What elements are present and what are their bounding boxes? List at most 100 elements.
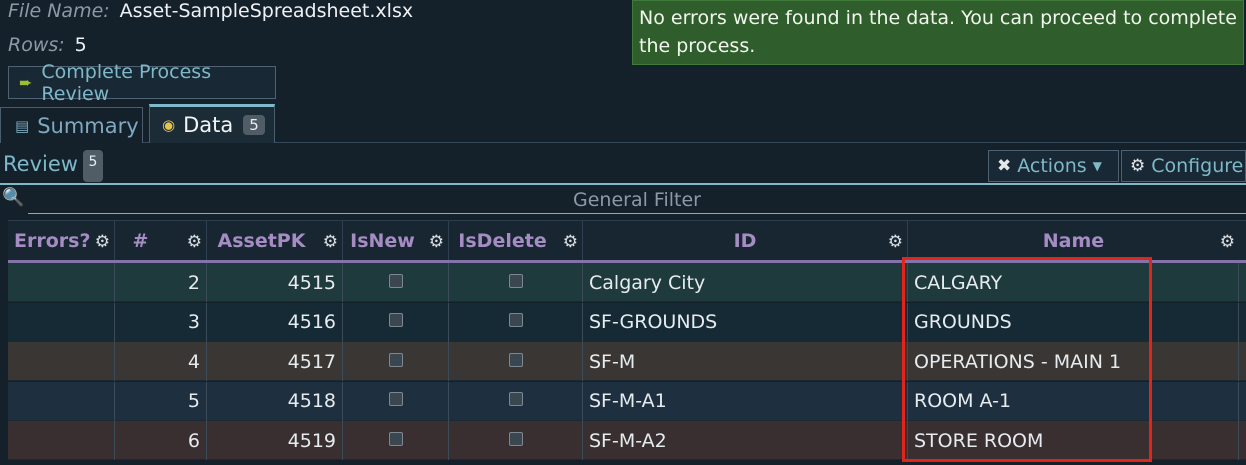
cell-assetpk: 4517 (207, 342, 343, 382)
cell-name: OPERATIONS - MAIN 1 (908, 342, 1239, 382)
isnew-checkbox[interactable] (388, 273, 403, 288)
rows-line: Rows: 5 (8, 34, 87, 56)
configure-label: Configure (1151, 155, 1244, 177)
app-root: File Name: Asset-SampleSpreadsheet.xlsx R… (0, 0, 1246, 465)
cell-id: SF-M-A1 (583, 381, 908, 421)
file-name-value: Asset-SampleSpreadsheet.xlsx (119, 0, 414, 22)
tools-icon: ✖ (997, 156, 1012, 176)
cell-errors (8, 421, 115, 461)
isdelete-checkbox[interactable] (508, 431, 523, 446)
table-row[interactable]: 4 4517 SF-M OPERATIONS - MAIN 1 (8, 342, 1246, 382)
col-header-label: IsDelete (458, 230, 547, 252)
col-header-label: ID (733, 230, 757, 252)
file-name-line: File Name: Asset-SampleSpreadsheet.xlsx (8, 0, 413, 22)
cell-assetpk: 4515 (207, 263, 343, 302)
gear-icon[interactable]: ⚙ (187, 232, 202, 252)
gear-icon[interactable]: ⚙ (888, 232, 903, 252)
col-header-isdelete[interactable]: IsDelete ⚙ (449, 221, 583, 261)
cell-name: CALGARY (908, 263, 1239, 302)
cell-id: SF-GROUNDS (583, 302, 908, 342)
cell-isdelete (449, 302, 583, 342)
col-header-errors[interactable]: Errors? ⚙ (8, 221, 115, 261)
cell-isdelete (449, 342, 583, 382)
col-header-assetpk[interactable]: AssetPK ⚙ (207, 221, 343, 261)
configure-button[interactable]: ⚙ Configure (1121, 150, 1246, 182)
review-divider (0, 183, 1246, 185)
rows-value: 5 (74, 34, 87, 56)
rows-label: Rows: (8, 34, 65, 56)
review-title: Review (3, 152, 78, 176)
tab-data[interactable]: ◉ Data 5 (149, 104, 275, 143)
table-row[interactable]: 3 4516 SF-GROUNDS GROUNDS (8, 302, 1246, 342)
cell-name: STORE ROOM (908, 421, 1239, 461)
cell-assetpk: 4518 (207, 381, 343, 421)
cell-errors (8, 381, 115, 421)
tab-summary-label: Summary (37, 113, 139, 138)
actions-button[interactable]: ✖ Actions ▼ (988, 150, 1119, 182)
gear-icon[interactable]: ⚙ (95, 232, 110, 252)
tab-summary[interactable]: ▤ Summary (0, 107, 143, 143)
file-name-label: File Name: (8, 0, 110, 22)
cell-number: 4 (115, 342, 207, 382)
cell-assetpk: 4519 (207, 421, 343, 461)
table-header: Errors? ⚙ # ⚙ AssetPK ⚙ IsNew ⚙ IsDelete… (8, 220, 1246, 261)
col-header-label: AssetPK (217, 230, 306, 252)
cell-isnew (343, 263, 449, 302)
cell-id: Calgary City (583, 263, 908, 302)
col-header-number[interactable]: # ⚙ (115, 221, 207, 261)
general-filter: 🔍 (0, 186, 1246, 214)
tab-data-badge: 5 (243, 115, 265, 135)
cell-number: 3 (115, 302, 207, 342)
isnew-checkbox[interactable] (388, 431, 403, 446)
gear-icon: ⚙ (1130, 156, 1146, 176)
arrow-right-icon: ➨ (19, 73, 33, 92)
gear-icon[interactable]: ⚙ (1220, 232, 1235, 252)
actions-label: Actions (1017, 155, 1087, 177)
review-count-badge: 5 (83, 150, 103, 182)
tab-data-label: Data (183, 113, 234, 137)
isdelete-checkbox[interactable] (508, 392, 523, 407)
cell-isdelete (449, 263, 583, 302)
cell-id: SF-M (583, 342, 908, 382)
cell-id: SF-M-A2 (583, 421, 908, 461)
gear-icon[interactable]: ⚙ (429, 232, 444, 252)
cell-number: 6 (115, 421, 207, 461)
col-header-isnew[interactable]: IsNew ⚙ (343, 221, 449, 261)
cell-isdelete (449, 421, 583, 461)
isnew-checkbox[interactable] (388, 313, 403, 328)
table-row[interactable]: 5 4518 SF-M-A1 ROOM A-1 (8, 381, 1246, 421)
cell-isnew (343, 381, 449, 421)
complete-process-review-button[interactable]: ➨ Complete Process Review (8, 61, 276, 105)
col-header-label: IsNew (350, 230, 415, 252)
col-header-name[interactable]: Name ⚙ (908, 221, 1239, 261)
cell-isnew (343, 342, 449, 382)
cell-isdelete (449, 381, 583, 421)
isdelete-checkbox[interactable] (508, 352, 523, 367)
search-icon: 🔍 (2, 187, 25, 208)
cell-name: GROUNDS (908, 302, 1239, 342)
isnew-checkbox[interactable] (388, 352, 403, 367)
database-icon: ◉ (162, 116, 176, 134)
cell-number: 2 (115, 263, 207, 302)
isnew-checkbox[interactable] (388, 392, 403, 407)
col-header-label: Name (1042, 230, 1105, 252)
caret-down-icon: ▼ (1092, 159, 1102, 173)
general-filter-input[interactable] (28, 186, 1246, 214)
table-row[interactable]: 6 4519 SF-M-A2 STORE ROOM (8, 421, 1246, 461)
complete-process-review-label: Complete Process Review (41, 60, 212, 105)
cell-errors (8, 302, 115, 342)
cell-isnew (343, 421, 449, 461)
isdelete-checkbox[interactable] (508, 313, 523, 328)
isdelete-checkbox[interactable] (508, 273, 523, 288)
cell-number: 5 (115, 381, 207, 421)
cell-isnew (343, 302, 449, 342)
cell-errors (8, 342, 115, 382)
gear-icon[interactable]: ⚙ (563, 232, 578, 252)
cell-errors (8, 263, 115, 302)
table-row[interactable]: 2 4515 Calgary City CALGARY (8, 263, 1246, 302)
gear-icon[interactable]: ⚙ (323, 232, 338, 252)
success-message: No errors were found in the data. You ca… (632, 0, 1244, 65)
col-header-id[interactable]: ID ⚙ (583, 221, 908, 261)
cell-assetpk: 4516 (207, 302, 343, 342)
document-icon: ▤ (15, 116, 30, 135)
